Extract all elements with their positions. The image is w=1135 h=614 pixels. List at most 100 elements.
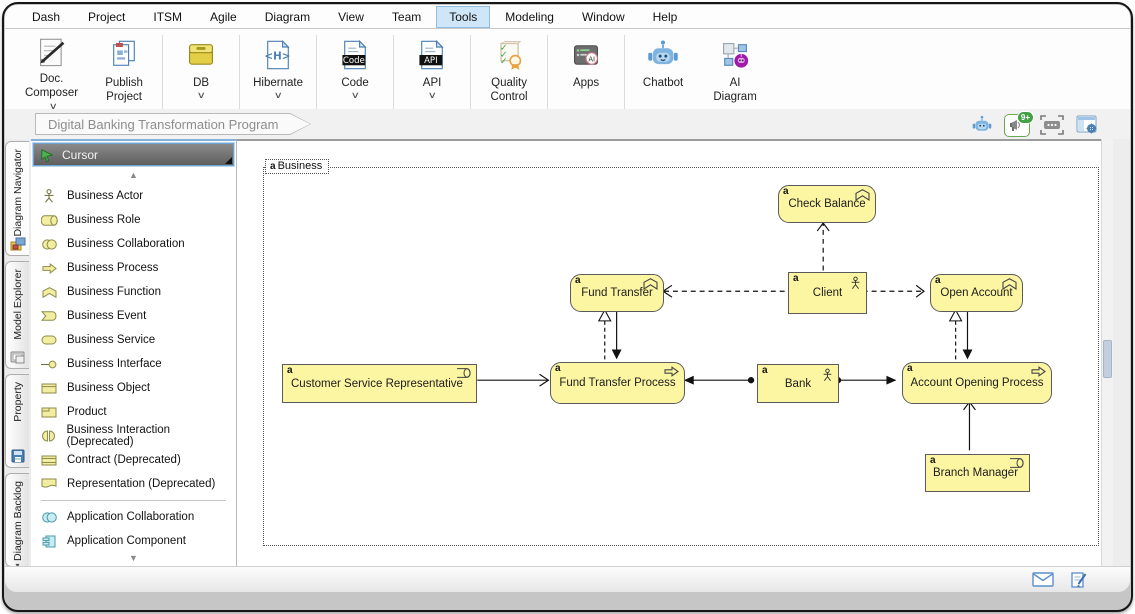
- menu-team[interactable]: Team: [379, 6, 434, 28]
- menu-itsm[interactable]: ITSM: [140, 6, 195, 28]
- palette-item-business-object[interactable]: Business Object: [31, 376, 236, 400]
- product-icon: [39, 407, 59, 418]
- palette-item-business-role[interactable]: Business Role: [31, 208, 236, 232]
- ai-diagram-button[interactable]: AI Diagram: [699, 33, 771, 112]
- breadcrumb[interactable]: Digital Banking Transformation Program: [35, 113, 311, 135]
- code-button[interactable]: Code Code ∨: [319, 33, 391, 112]
- menu-dash[interactable]: Dash: [19, 6, 73, 28]
- node-label: Customer Service Representative: [291, 378, 463, 390]
- layers-panel-icon[interactable]: [1074, 113, 1100, 137]
- palette-item-business-process[interactable]: Business Process: [31, 256, 236, 280]
- tab-model-explorer[interactable]: Model Explorer: [5, 261, 29, 369]
- chatbot-label: Chatbot: [643, 76, 683, 90]
- menu-window[interactable]: Window: [569, 6, 638, 28]
- ai-diagram-label: AI Diagram: [713, 76, 756, 105]
- application-component-icon: [39, 535, 59, 548]
- node-fund-transfer[interactable]: a Fund Transfer: [570, 274, 664, 312]
- toolbar-separator: [316, 35, 317, 110]
- diagram-navigator-icon: [10, 237, 26, 251]
- svg-text:API: API: [424, 56, 438, 66]
- hibernate-button[interactable]: <H> Hibernate ∨: [242, 33, 314, 112]
- menu-tools[interactable]: Tools: [436, 6, 490, 28]
- canvas-vertical-scrollbar[interactable]: [1101, 139, 1113, 567]
- business-process-icon: [39, 263, 59, 274]
- tab-diagram-backlog[interactable]: Diagram Backlog ▾: [5, 473, 29, 567]
- chatbot-icon: [646, 37, 680, 73]
- business-service-icon: [39, 335, 59, 345]
- node-open-account[interactable]: a Open Account: [930, 274, 1023, 312]
- toolbar-separator: [470, 35, 471, 110]
- menu-bar: Dash Project ITSM Agile Diagram View Tea…: [5, 5, 1130, 29]
- business-actor-icon: [822, 368, 833, 382]
- node-account-opening-process[interactable]: a Account Opening Process: [902, 362, 1052, 404]
- db-button[interactable]: DB ∨: [165, 33, 237, 112]
- scrollbar-thumb[interactable]: [1103, 340, 1112, 378]
- svg-text:<H>: <H>: [265, 51, 291, 63]
- palette-item-business-event[interactable]: Business Event: [31, 304, 236, 328]
- node-label: Account Opening Process: [911, 377, 1044, 389]
- apps-button[interactable]: AI Apps: [550, 33, 622, 112]
- selection-frame-icon[interactable]: [1039, 113, 1065, 137]
- tab-diagram-navigator[interactable]: Diagram Navigator: [5, 141, 29, 256]
- apps-label: Apps: [573, 76, 599, 90]
- palette-scroll-down[interactable]: ▼: [31, 549, 236, 567]
- palette-item-application-collaboration[interactable]: Application Collaboration: [31, 505, 236, 529]
- menu-agile[interactable]: Agile: [197, 6, 250, 28]
- doc-composer-button[interactable]: Doc. Composer ∨: [15, 33, 88, 112]
- edit-note-icon[interactable]: [1070, 571, 1088, 589]
- chatbot-assistant-icon[interactable]: [969, 113, 995, 137]
- palette-item-business-service[interactable]: Business Service: [31, 328, 236, 352]
- palette-item-business-actor[interactable]: Business Actor: [31, 184, 236, 208]
- application-collaboration-icon: [39, 512, 59, 523]
- apps-icon: AI: [570, 37, 602, 73]
- menu-view[interactable]: View: [325, 6, 377, 28]
- node-label: Fund Transfer Process: [559, 377, 675, 389]
- api-button[interactable]: API API ∨: [396, 33, 468, 112]
- publish-project-label: Publish Project: [105, 76, 143, 105]
- doc-composer-label: Doc. Composer: [25, 72, 78, 101]
- api-dropdown-chevron: ∨: [427, 91, 436, 100]
- palette-cursor-tool[interactable]: Cursor: [33, 143, 234, 166]
- publish-project-button[interactable]: Publish Project: [88, 33, 160, 112]
- menu-diagram[interactable]: Diagram: [252, 6, 323, 28]
- code-dropdown-chevron: ∨: [350, 91, 359, 100]
- quality-control-button[interactable]: ✓✓✓ Quality Control: [473, 33, 545, 112]
- header-action-icons: 9+: [969, 113, 1100, 137]
- palette-scroll-up[interactable]: ▲: [31, 166, 236, 184]
- node-client[interactable]: a Client: [788, 272, 867, 314]
- node-customer-service-representative[interactable]: a Customer Service Representative: [282, 364, 477, 403]
- code-icon: Code: [339, 37, 371, 73]
- menu-project[interactable]: Project: [75, 6, 138, 28]
- chatbot-button[interactable]: Chatbot: [627, 33, 699, 112]
- palette-item-product[interactable]: Product: [31, 400, 236, 424]
- toolbar-separator: [239, 35, 240, 110]
- svg-text:✓: ✓: [500, 57, 508, 67]
- business-role-icon: [1006, 458, 1024, 468]
- palette-item-representation[interactable]: Representation (Deprecated): [31, 472, 236, 496]
- node-check-balance[interactable]: a Check Balance: [778, 185, 876, 223]
- diagram-palette: Cursor ▲ Business Actor Business Role Bu…: [31, 139, 237, 567]
- business-object-icon: [39, 383, 59, 394]
- palette-item-business-interaction[interactable]: Business Interaction (Deprecated): [31, 424, 236, 448]
- mail-icon[interactable]: [1032, 572, 1054, 587]
- palette-item-business-collaboration[interactable]: Business Collaboration: [31, 232, 236, 256]
- palette-item-business-function[interactable]: Business Function: [31, 280, 236, 304]
- ai-diagram-icon: [719, 37, 751, 73]
- quality-control-icon: ✓✓✓: [493, 37, 525, 73]
- menu-modeling[interactable]: Modeling: [492, 6, 567, 28]
- announcements-icon[interactable]: 9+: [1004, 114, 1030, 137]
- toolbar-separator: [624, 35, 625, 110]
- palette-item-contract[interactable]: Contract (Deprecated): [31, 448, 236, 472]
- contract-icon: [39, 455, 59, 466]
- business-role-icon: [39, 215, 59, 226]
- node-fund-transfer-process[interactable]: a Fund Transfer Process: [550, 362, 685, 404]
- palette-item-business-interface[interactable]: Business Interface: [31, 352, 236, 376]
- business-process-icon: [1031, 366, 1046, 377]
- node-branch-manager[interactable]: a Branch Manager: [925, 454, 1030, 492]
- diagram-canvas[interactable]: a Business: [237, 139, 1101, 567]
- node-bank[interactable]: a Bank: [757, 364, 839, 403]
- tab-property[interactable]: Property: [5, 374, 29, 468]
- cursor-icon: [40, 148, 54, 162]
- menu-help[interactable]: Help: [640, 6, 691, 28]
- business-process-icon: [664, 366, 679, 377]
